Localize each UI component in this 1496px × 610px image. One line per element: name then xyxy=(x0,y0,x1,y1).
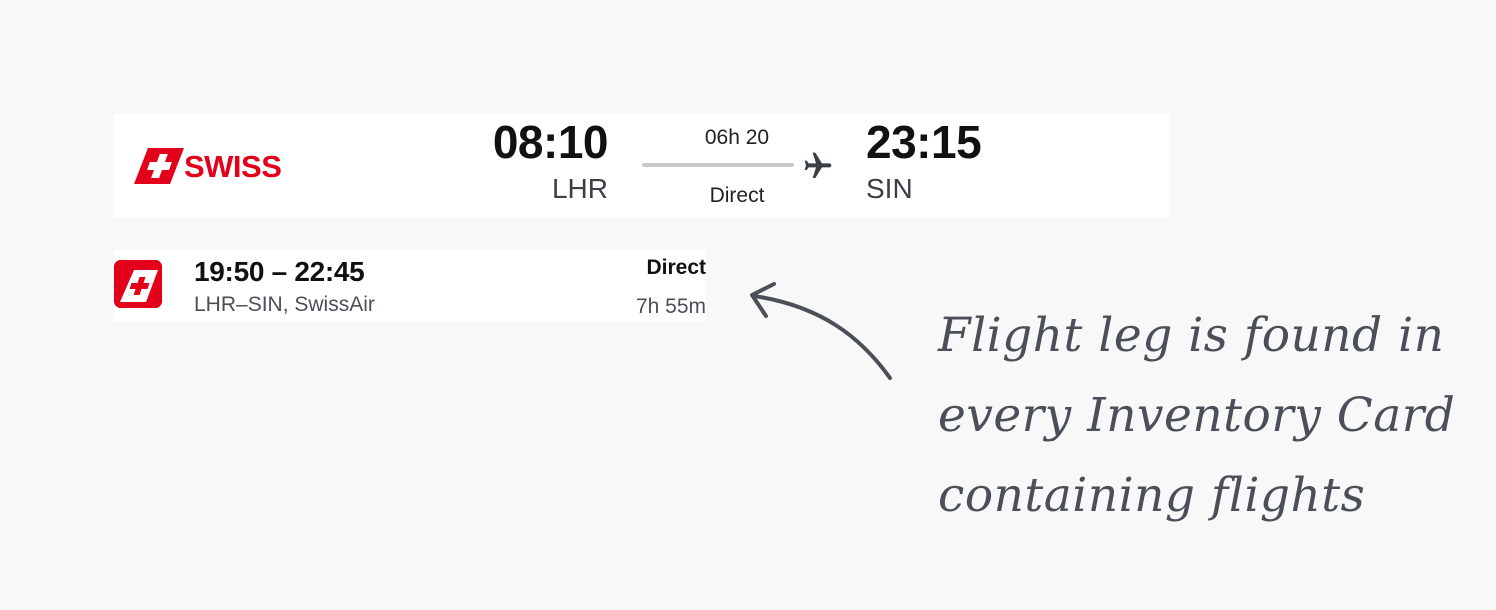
swiss-airline-logo: SWISS xyxy=(134,148,282,184)
flight-leg[interactable]: 19:50 – 22:45 LHR–SIN, SwissAir Direct 7… xyxy=(114,250,706,322)
departure-airport: LHR xyxy=(551,173,608,204)
airline-wordmark: SWISS xyxy=(184,148,282,184)
plane-icon xyxy=(804,152,832,178)
annotation-arrow-icon xyxy=(750,282,892,380)
leg-stops: Direct xyxy=(646,256,706,279)
leg-route: LHR–SIN, SwissAir xyxy=(194,293,375,316)
flight-card[interactable]: SWISS 08:10 LHR 06h 20 Direct 23:15 SIN xyxy=(114,114,1170,218)
leg-times: 19:50 – 22:45 xyxy=(194,256,365,287)
departure-block: 08:10 LHR xyxy=(492,116,609,206)
annotation-line-3: containing flights xyxy=(938,468,1366,523)
departure-time: 08:10 xyxy=(492,116,609,168)
annotation-text: Flight leg is found in every Inventory C… xyxy=(938,296,1458,536)
flight-duration: 06h 20 xyxy=(704,126,770,149)
swiss-logo-icon xyxy=(114,260,162,308)
arrival-block: 23:15 SIN xyxy=(866,116,1006,206)
annotation-line-2: every Inventory Card xyxy=(938,388,1456,443)
annotation-line-1: Flight leg is found in xyxy=(938,308,1445,363)
arrival-airport: SIN xyxy=(866,173,913,204)
arrival-time: 23:15 xyxy=(866,116,982,168)
swiss-tail-icon xyxy=(134,148,184,184)
route-line xyxy=(642,163,794,167)
leg-duration: 7h 55m xyxy=(635,295,706,318)
flight-stops: Direct xyxy=(709,184,765,207)
